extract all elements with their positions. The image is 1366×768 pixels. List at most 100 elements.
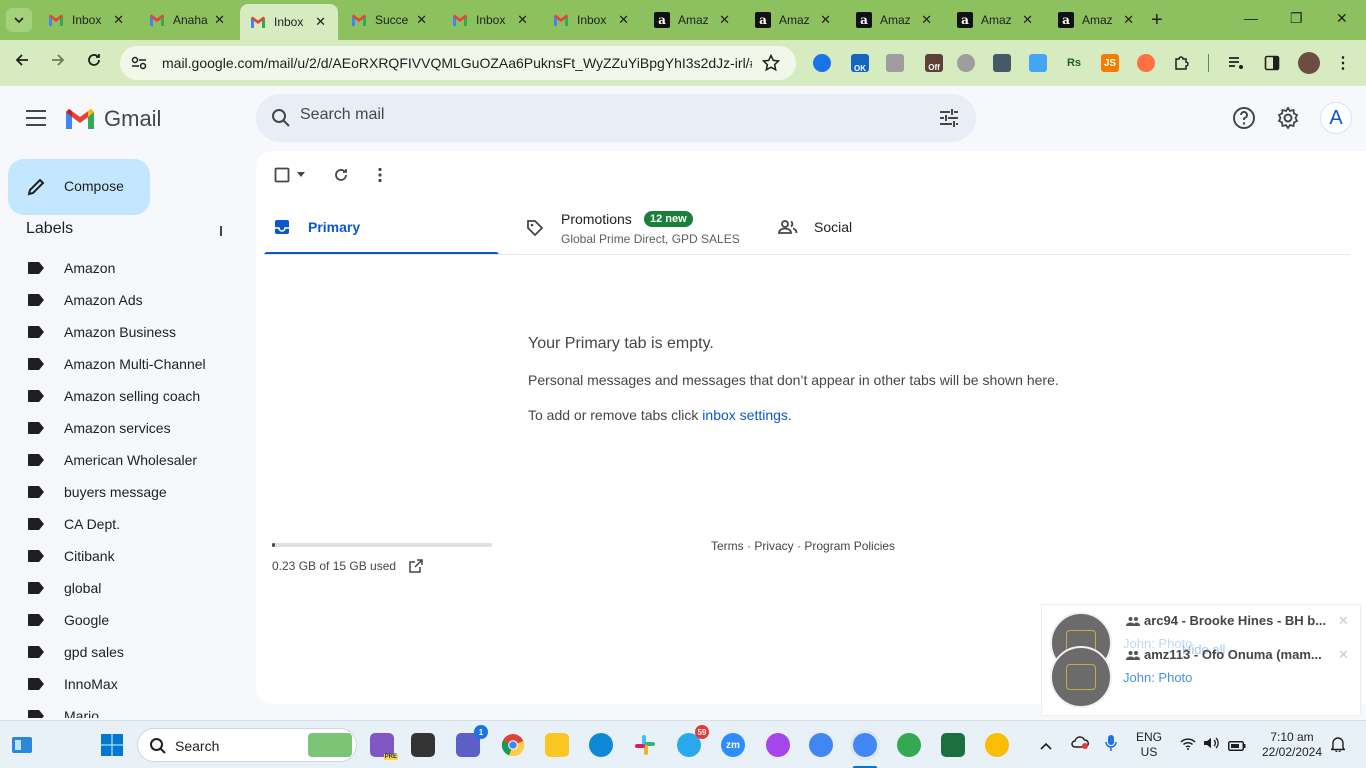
onedrive-icon[interactable] <box>1071 735 1089 754</box>
search-icon[interactable] <box>270 107 292 129</box>
bookmark-star-icon[interactable] <box>762 54 780 72</box>
qr-extension-icon[interactable] <box>993 54 1011 72</box>
start-button[interactable] <box>100 733 124 757</box>
browser-tab[interactable]: Inbox ✕ <box>543 6 641 34</box>
label-item[interactable]: Amazon Multi-Channel <box>0 348 256 380</box>
browser-tab[interactable]: Inbox ✕ <box>240 4 338 40</box>
browser-tab[interactable]: Anaha ✕ <box>139 6 237 34</box>
widgets-icon[interactable] <box>10 733 34 757</box>
wifi-icon[interactable] <box>1180 737 1196 755</box>
label-item[interactable]: Amazon services <box>0 412 256 444</box>
extensions-puzzle-icon[interactable] <box>1173 54 1191 72</box>
profile-avatar[interactable] <box>1298 52 1320 74</box>
browser-tab[interactable]: a Amaz ✕ <box>745 6 843 34</box>
minimize-button[interactable]: — <box>1244 10 1258 26</box>
label-item[interactable]: Amazon Ads <box>0 284 256 316</box>
tab-promotions[interactable]: Promotions 12 new Global Prime Direct, G… <box>516 201 756 255</box>
language-indicator[interactable]: ENG US <box>1134 730 1164 760</box>
chrome-profile-icon[interactable] <box>809 733 833 757</box>
extension-icon[interactable] <box>886 54 904 72</box>
chrome-menu-button[interactable]: ⋮ <box>1334 54 1352 72</box>
close-tab-icon[interactable]: ✕ <box>315 14 326 30</box>
rs-extension-icon[interactable]: Rs <box>1065 54 1083 72</box>
tab-search-button[interactable] <box>6 8 32 32</box>
excel-icon[interactable] <box>941 733 965 757</box>
search-bar[interactable] <box>256 94 976 142</box>
browser-tab[interactable]: Inbox ✕ <box>38 6 136 34</box>
label-item[interactable]: InnoMax <box>0 668 256 700</box>
media-control-icon[interactable] <box>1227 54 1245 72</box>
search-input[interactable] <box>300 106 860 124</box>
extension-icon[interactable] <box>813 54 831 72</box>
notifications-bell-icon[interactable] <box>1329 736 1347 757</box>
program-policies-link[interactable]: Program Policies <box>804 539 895 553</box>
close-notification-icon[interactable]: ✕ <box>1338 613 1349 629</box>
microphone-icon[interactable] <box>1105 734 1117 757</box>
close-tab-icon[interactable]: ✕ <box>719 12 730 28</box>
notification-title[interactable]: amz113 - Ofo Onuma (mam... <box>1126 647 1326 662</box>
account-avatar[interactable]: A <box>1320 102 1352 134</box>
settings-gear-icon[interactable] <box>1276 106 1300 130</box>
close-tab-icon[interactable]: ✕ <box>517 12 528 28</box>
privacy-link[interactable]: Privacy <box>754 539 793 553</box>
label-item[interactable]: buyers message <box>0 476 256 508</box>
off-extension-icon[interactable]: Off <box>925 54 943 72</box>
taskbar-search[interactable]: Search <box>137 728 357 762</box>
label-item[interactable]: Amazon Business <box>0 316 256 348</box>
inbox-settings-link[interactable]: inbox settings <box>702 407 788 423</box>
label-item[interactable]: Amazon <box>0 252 256 284</box>
browser-tab[interactable]: a Amaz ✕ <box>846 6 944 34</box>
extension-icon[interactable] <box>1137 54 1155 72</box>
file-explorer-dark-icon[interactable] <box>411 733 435 757</box>
messenger-icon[interactable] <box>766 733 790 757</box>
js-extension-icon[interactable]: JS <box>1101 54 1119 72</box>
label-item[interactable]: gpd sales <box>0 636 256 668</box>
file-explorer-icon[interactable] <box>545 733 569 757</box>
clock[interactable]: 7:10 am 22/02/2024 <box>1252 730 1332 760</box>
show-hidden-icons-button[interactable] <box>1040 737 1052 755</box>
label-item[interactable]: Mario <box>0 700 256 718</box>
globe-extension-icon[interactable] <box>957 54 975 72</box>
address-bar[interactable]: mail.google.com/mail/u/2/d/AEoRXRQFIVVQM… <box>120 46 796 80</box>
chrome-profile-icon[interactable] <box>897 733 921 757</box>
battery-icon[interactable] <box>1228 738 1246 756</box>
label-item[interactable]: CA Dept. <box>0 508 256 540</box>
close-window-button[interactable]: ✕ <box>1336 10 1348 27</box>
extension-icon[interactable] <box>1029 54 1047 72</box>
search-options-icon[interactable] <box>938 108 960 128</box>
browser-tab[interactable]: Inbox ✕ <box>442 6 540 34</box>
new-tab-button[interactable]: + <box>1151 9 1163 32</box>
chrome-profile-icon[interactable] <box>853 733 877 757</box>
more-options-icon[interactable] <box>378 167 382 183</box>
teams-icon[interactable]: 1 <box>456 725 488 757</box>
slack-icon[interactable] <box>633 733 657 757</box>
label-item[interactable]: Google <box>0 604 256 636</box>
label-item[interactable]: Amazon selling coach <box>0 380 256 412</box>
main-menu-button[interactable] <box>26 110 46 126</box>
label-item[interactable]: global <box>0 572 256 604</box>
telegram-icon[interactable]: 59 <box>677 725 709 757</box>
copilot-icon[interactable]: PRE <box>370 733 398 760</box>
browser-tab[interactable]: a Amaz ✕ <box>644 6 742 34</box>
close-tab-icon[interactable]: ✕ <box>214 12 225 28</box>
browser-tab[interactable]: Succe ✕ <box>341 6 439 34</box>
open-external-icon[interactable] <box>409 559 424 573</box>
edge-icon[interactable] <box>589 733 613 757</box>
reload-button[interactable] <box>86 52 102 73</box>
back-button[interactable] <box>14 52 30 73</box>
zoom-icon[interactable]: zm <box>721 733 745 757</box>
refresh-icon[interactable] <box>333 167 349 183</box>
notification-title[interactable]: arc94 - Brooke Hines - BH b... <box>1126 613 1326 628</box>
forward-button[interactable] <box>50 52 66 73</box>
volume-icon[interactable] <box>1203 736 1219 755</box>
tab-primary[interactable]: Primary <box>264 201 499 255</box>
ok-extension-icon[interactable]: OK <box>851 54 869 73</box>
compose-button[interactable]: Compose <box>8 159 150 215</box>
close-notification-icon[interactable]: ✕ <box>1338 647 1349 663</box>
side-panel-icon[interactable] <box>1263 54 1281 72</box>
tab-social[interactable]: Social <box>768 201 1008 255</box>
label-item[interactable]: Citibank <box>0 540 256 572</box>
gmail-logo[interactable]: Gmail <box>64 106 161 132</box>
chrome-profile-icon[interactable] <box>985 733 1009 757</box>
select-checkbox[interactable] <box>274 167 290 183</box>
